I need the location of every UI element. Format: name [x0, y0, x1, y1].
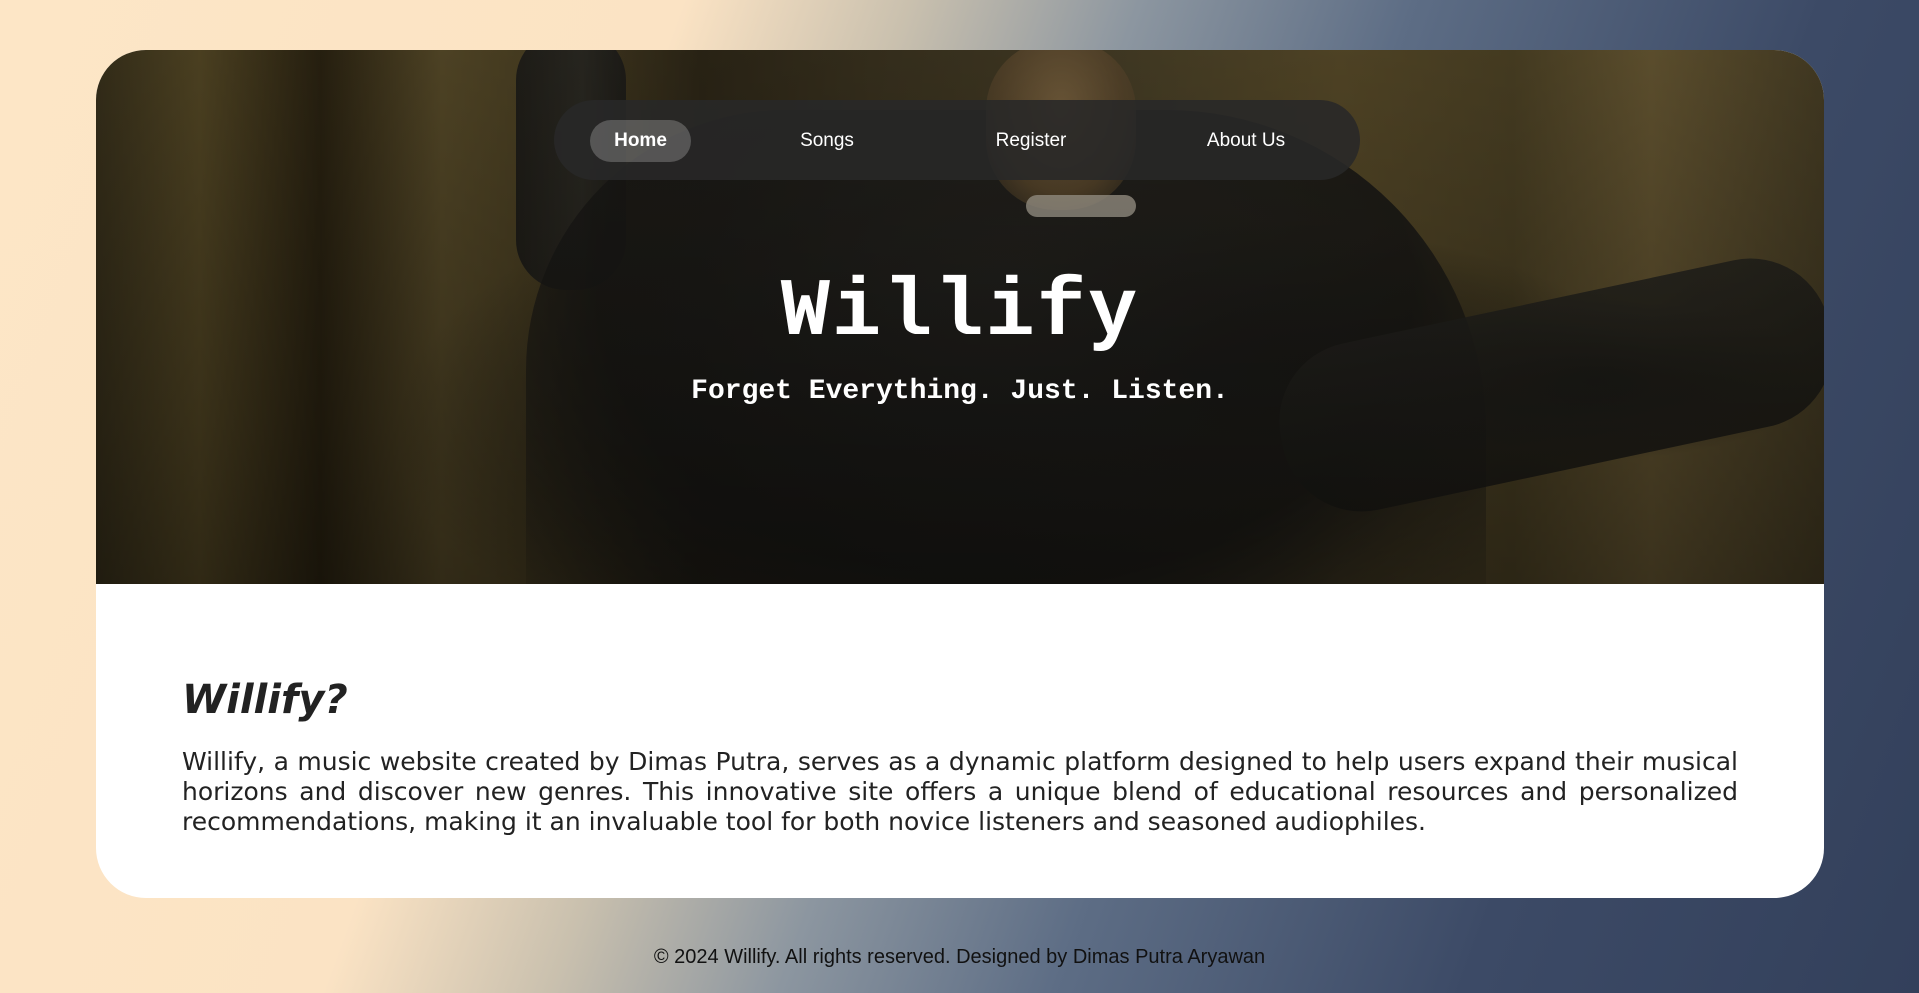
main-card: Home Songs Register About Us Willify For… [96, 50, 1824, 898]
nav-item-home[interactable]: Home [590, 120, 691, 162]
nav-item-register[interactable]: Register [966, 120, 1096, 162]
hero-banner: Home Songs Register About Us Willify For… [96, 50, 1824, 584]
site-tagline: Forget Everything. Just. Listen. [691, 376, 1229, 407]
about-description: Willify, a music website created by Dima… [182, 747, 1738, 836]
about-heading: Willify? [182, 677, 348, 723]
navbar: Home Songs Register About Us [554, 100, 1360, 180]
nav-item-about-us[interactable]: About Us [1176, 120, 1316, 162]
footer-copyright: © 2024 Willify. All rights reserved. Des… [653, 946, 1266, 968]
about-section: Willify? Willify, a music website create… [182, 675, 1738, 837]
site-title: Willify [780, 266, 1140, 359]
nav-item-songs[interactable]: Songs [767, 120, 887, 162]
